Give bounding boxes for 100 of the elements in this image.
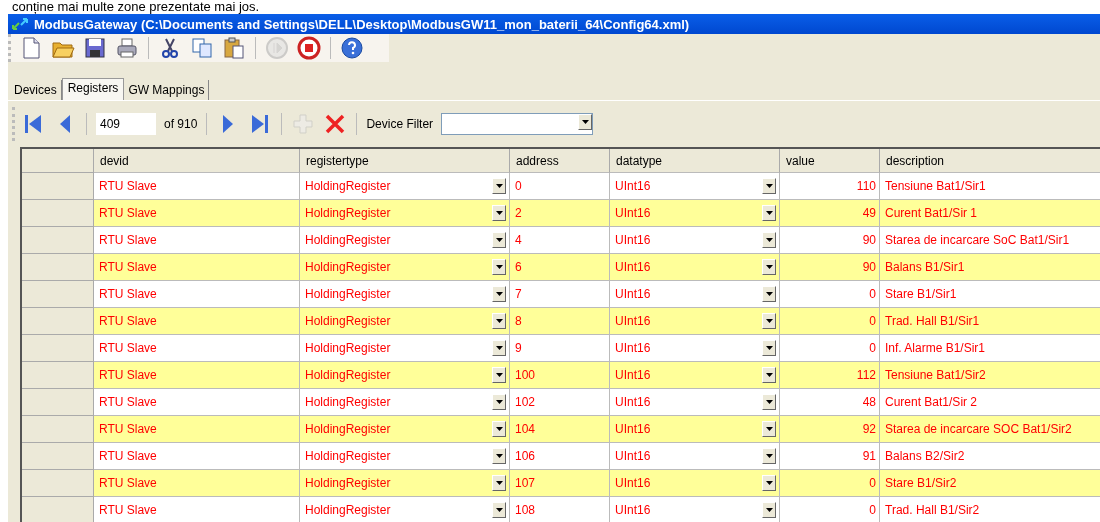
column-header[interactable]: registertype [300, 149, 510, 173]
dropdown-button[interactable] [762, 367, 776, 383]
column-header[interactable]: value [780, 149, 880, 173]
dropdown-button[interactable] [762, 259, 776, 275]
dropdown-button[interactable] [762, 232, 776, 248]
dropdown-button[interactable] [492, 475, 506, 491]
table-cell: Trad. Hall B1/Sir2 [880, 497, 1100, 522]
dropdown-button[interactable] [492, 259, 506, 275]
dropdown-button[interactable] [492, 502, 506, 518]
dropdown-button[interactable] [762, 313, 776, 329]
dropdown-button[interactable] [492, 313, 506, 329]
dropdown-button[interactable] [492, 178, 506, 194]
dropdown-button[interactable] [762, 286, 776, 302]
table-cell: UInt16 [610, 200, 780, 227]
caret-icon [495, 238, 503, 242]
table-cell: RTU Slave [94, 200, 300, 227]
dropdown-button[interactable] [492, 421, 506, 437]
table-cell: HoldingRegister [300, 470, 510, 497]
table-cell: RTU Slave [94, 308, 300, 335]
table-cell: 107 [510, 470, 610, 497]
stop-icon[interactable] [297, 36, 321, 60]
dropdown-button[interactable] [762, 205, 776, 221]
caret-icon [765, 319, 773, 323]
table-cell: 108 [510, 497, 610, 522]
help-icon[interactable] [340, 36, 364, 60]
table-cell: 6 [510, 254, 610, 281]
dropdown-button[interactable] [762, 394, 776, 410]
table-cell: 0 [780, 470, 880, 497]
table-cell: Stare B1/Sir2 [880, 470, 1100, 497]
table-cell: RTU Slave [94, 416, 300, 443]
caret-icon [765, 211, 773, 215]
table-cell: RTU Slave [94, 470, 300, 497]
row-header-cell [22, 497, 94, 522]
table-cell: UInt16 [610, 470, 780, 497]
tab[interactable]: Registers [61, 78, 125, 100]
table-cell: 104 [510, 416, 610, 443]
table-cell: 0 [780, 497, 880, 522]
table-cell: 112 [780, 362, 880, 389]
row-header-cell [22, 227, 94, 254]
row-header-cell [22, 443, 94, 470]
dropdown-button[interactable] [492, 232, 506, 248]
caret-icon [581, 120, 589, 124]
table-cell: UInt16 [610, 416, 780, 443]
printer-icon[interactable] [115, 36, 139, 60]
dropdown-button[interactable] [492, 286, 506, 302]
dropdown-button[interactable] [762, 502, 776, 518]
dropdown-button[interactable] [492, 448, 506, 464]
table-cell: Tensiune Bat1/Sir2 [880, 362, 1100, 389]
table-cell: HoldingRegister [300, 200, 510, 227]
arrows-icon [12, 18, 28, 30]
dropdown-button[interactable] [492, 367, 506, 383]
caret-icon [765, 373, 773, 377]
caret-icon [495, 346, 503, 350]
dropdown-button[interactable] [762, 421, 776, 437]
clipboard-icon[interactable] [222, 36, 246, 60]
table-cell: HoldingRegister [300, 254, 510, 281]
caret-icon [765, 481, 773, 485]
caret-icon [495, 481, 503, 485]
table-cell: 92 [780, 416, 880, 443]
row-header-cell [22, 470, 94, 497]
row-header-cell [22, 200, 94, 227]
dropdown-button[interactable] [578, 114, 593, 130]
dropdown-button[interactable] [762, 448, 776, 464]
caret-icon [495, 427, 503, 431]
table-cell: RTU Slave [94, 362, 300, 389]
table-cell: RTU Slave [94, 254, 300, 281]
caret-icon [495, 211, 503, 215]
column-header[interactable]: datatype [610, 149, 780, 173]
table-cell: HoldingRegister [300, 308, 510, 335]
row-header-cell [22, 362, 94, 389]
table-cell: 90 [780, 254, 880, 281]
caret-icon [495, 292, 503, 296]
column-header[interactable]: description [880, 149, 1100, 173]
dropdown-button[interactable] [492, 394, 506, 410]
record-number-field[interactable]: 409 [96, 113, 156, 135]
caret-icon [495, 508, 503, 512]
window-title-bar: ModbusGateway (C:\Documents and Settings\DELL\Desktop\ModbusGW11_mon_baterii_64\Config64.xml) [8, 14, 1100, 34]
caret-icon [495, 184, 503, 188]
table-cell: HoldingRegister [300, 362, 510, 389]
column-header[interactable]: address [510, 149, 610, 173]
dropdown-button[interactable] [492, 340, 506, 356]
row-header-cell [22, 416, 94, 443]
caret-icon [495, 454, 503, 458]
table-cell: 2 [510, 200, 610, 227]
caption-text: conține mai multe zone prezentate mai jos. [12, 0, 260, 14]
caret-icon [765, 346, 773, 350]
dropdown-button[interactable] [762, 340, 776, 356]
caret-icon [495, 265, 503, 269]
table-cell: 8 [510, 308, 610, 335]
dropdown-button[interactable] [492, 205, 506, 221]
table-cell: Starea de incarcare SOC Bat1/Sir2 [880, 416, 1100, 443]
table-cell: Curent Bat1/Sir 1 [880, 200, 1100, 227]
table-cell: UInt16 [610, 308, 780, 335]
column-header[interactable]: devid [94, 149, 300, 173]
caret-icon [765, 238, 773, 242]
dropdown-button[interactable] [762, 475, 776, 491]
record-count: of 910 [164, 117, 198, 131]
table-cell: 49 [780, 200, 880, 227]
dropdown-button[interactable] [762, 178, 776, 194]
table-cell: UInt16 [610, 362, 780, 389]
